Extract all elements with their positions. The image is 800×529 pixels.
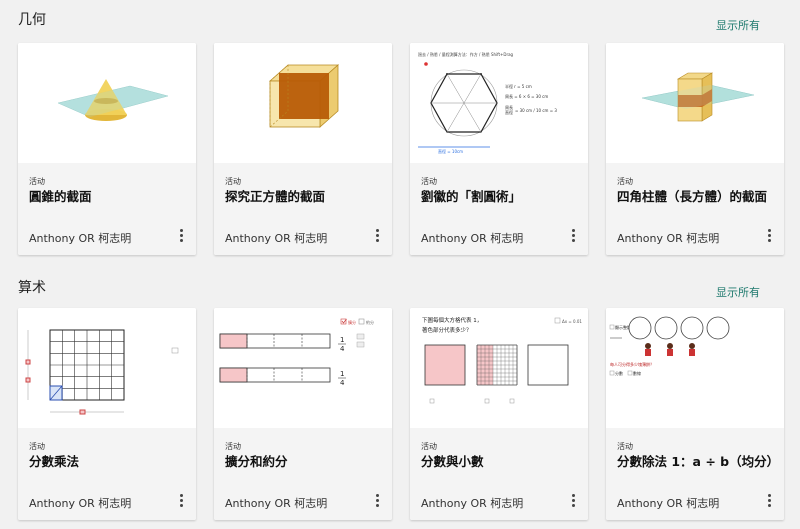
fraction-denominator-2: 4 xyxy=(340,379,345,387)
fraction-denominator: 4 xyxy=(340,345,345,353)
card-author[interactable]: Anthony OR 柯志明 xyxy=(617,230,719,246)
hex-radius-text: 半徑 r = 5 cm xyxy=(505,83,532,89)
card-info: 活动 分數乘法 Anthony OR 柯志明 xyxy=(18,428,196,520)
fraction-bars-thumbnail: 擴分 約分 1 4 1 4 xyxy=(214,308,392,428)
show-whole-label: 顯示整體 xyxy=(615,324,631,330)
card-type: 活动 xyxy=(29,177,45,186)
more-options-icon[interactable] xyxy=(766,494,772,508)
card-title[interactable]: 劉徽的「割圓術」 xyxy=(421,188,577,205)
card-info: 活动 圓錐的截面 Anthony OR 柯志明 xyxy=(18,163,196,255)
activity-card[interactable]: 擴分 約分 1 4 1 4 活动 擴分和約分 Anthony OR 柯志明 xyxy=(214,308,392,520)
card-title[interactable]: 擴分和約分 xyxy=(225,453,381,470)
card-type: 活动 xyxy=(617,442,633,451)
show-all-link[interactable]: 显示所有 xyxy=(716,284,760,300)
card-author[interactable]: Anthony OR 柯志明 xyxy=(421,495,523,511)
section-title: 算术 xyxy=(18,280,46,296)
card-title[interactable]: 探究正方體的截面 xyxy=(225,188,381,205)
card-type: 活动 xyxy=(421,177,437,186)
cone-section-thumbnail xyxy=(18,43,196,163)
more-options-icon[interactable] xyxy=(766,229,772,243)
show-all-link[interactable]: 显示所有 xyxy=(716,17,760,33)
card-type: 活动 xyxy=(421,442,437,451)
fraction-numerator-2: 1 xyxy=(340,370,344,378)
hex-perimeter-text: 周長 = 6 × 6 = 30 cm xyxy=(505,93,548,99)
card-type: 活动 xyxy=(617,177,633,186)
card-title[interactable]: 分數除法 1：a ÷ b（均分） xyxy=(617,453,779,470)
more-options-icon[interactable] xyxy=(178,494,184,508)
card-author[interactable]: Anthony OR 柯志明 xyxy=(29,495,131,511)
activity-card[interactable]: 活动 探究正方體的截面 Anthony OR 柯志明 xyxy=(214,43,392,255)
cube-section-thumbnail xyxy=(214,43,392,163)
card-info: 活动 分數與小數 Anthony OR 柯志明 xyxy=(410,428,588,520)
decimal-squares-thumbnail: 下圖每個大方格代表 1， 著色部分代表多少？ Δx = 0.01 xyxy=(410,308,588,428)
hex-diameter-text: 直徑 = 10cm xyxy=(438,148,463,154)
activity-card[interactable]: 過去 / 熟悉 / 量程測算方法：作方 / 熟悉 Shift+Drag 直徑 =… xyxy=(410,43,588,255)
reduce-label: 約分 xyxy=(366,319,374,325)
card-type: 活动 xyxy=(29,442,45,451)
decimal-question-line2: 著色部分代表多少？ xyxy=(422,326,472,334)
activity-card[interactable]: 活动 四角柱體（長方體）的截面 Anthony OR 柯志明 xyxy=(606,43,784,255)
card-type: 活动 xyxy=(225,177,241,186)
card-info: 活动 四角柱體（長方體）的截面 Anthony OR 柯志明 xyxy=(606,163,784,255)
card-info: 活动 探究正方體的截面 Anthony OR 柯志明 xyxy=(214,163,392,255)
hex-header-text: 過去 / 熟悉 / 量程測算方法：作方 / 熟悉 Shift+Drag xyxy=(418,51,514,57)
card-title[interactable]: 分數與小數 xyxy=(421,453,577,470)
section-title: 几何 xyxy=(18,12,46,28)
hex-ratio-label2: 直徑 xyxy=(505,109,513,115)
more-options-icon[interactable] xyxy=(570,229,576,243)
card-info: 活动 擴分和約分 Anthony OR 柯志明 xyxy=(214,428,392,520)
card-info: 活动 劉徽的「割圓術」 Anthony OR 柯志明 xyxy=(410,163,588,255)
card-author[interactable]: Anthony OR 柯志明 xyxy=(617,495,719,511)
card-title[interactable]: 圓錐的截面 xyxy=(29,188,185,205)
division-circles-thumbnail: 顯示整體 每人可分得多少塊薄餅？ 分數 數線 xyxy=(606,308,784,428)
prism-section-thumbnail xyxy=(606,43,784,163)
activity-card[interactable]: 活动 圓錐的截面 Anthony OR 柯志明 xyxy=(18,43,196,255)
grid-multiplication-thumbnail xyxy=(18,308,196,428)
card-title[interactable]: 四角柱體（長方體）的截面 xyxy=(617,188,773,205)
card-type: 活动 xyxy=(225,442,241,451)
card-title[interactable]: 分數乘法 xyxy=(29,453,185,470)
more-options-icon[interactable] xyxy=(374,494,380,508)
activity-card[interactable]: 活动 分數乘法 Anthony OR 柯志明 xyxy=(18,308,196,520)
activity-card[interactable]: 顯示整體 每人可分得多少塊薄餅？ 分數 數線 活动 分數除法 1：a ÷ b（均… xyxy=(606,308,784,520)
decimal-question-line1: 下圖每個大方格代表 1， xyxy=(422,316,482,324)
expand-label: 擴分 xyxy=(348,319,356,325)
card-info: 活动 分數除法 1：a ÷ b（均分） Anthony OR 柯志明 xyxy=(606,428,784,520)
fraction-numerator: 1 xyxy=(340,336,344,344)
activity-card[interactable]: 下圖每個大方格代表 1， 著色部分代表多少？ Δx = 0.01 活动 分數與小… xyxy=(410,308,588,520)
card-author[interactable]: Anthony OR 柯志明 xyxy=(29,230,131,246)
decimal-toggle-label: Δx = 0.01 xyxy=(562,319,582,324)
card-author[interactable]: Anthony OR 柯志明 xyxy=(225,495,327,511)
card-author[interactable]: Anthony OR 柯志明 xyxy=(421,230,523,246)
more-options-icon[interactable] xyxy=(178,229,184,243)
option-fraction: 分數 xyxy=(615,370,623,376)
division-question: 每人可分得多少塊薄餅？ xyxy=(610,361,654,367)
more-options-icon[interactable] xyxy=(570,494,576,508)
card-author[interactable]: Anthony OR 柯志明 xyxy=(225,230,327,246)
hex-ratio-value: = 30 cm / 10 cm = 3 xyxy=(515,108,557,113)
hexagon-circle-thumbnail: 過去 / 熟悉 / 量程測算方法：作方 / 熟悉 Shift+Drag 直徑 =… xyxy=(410,43,588,163)
option-numberline: 數線 xyxy=(633,370,641,376)
more-options-icon[interactable] xyxy=(374,229,380,243)
